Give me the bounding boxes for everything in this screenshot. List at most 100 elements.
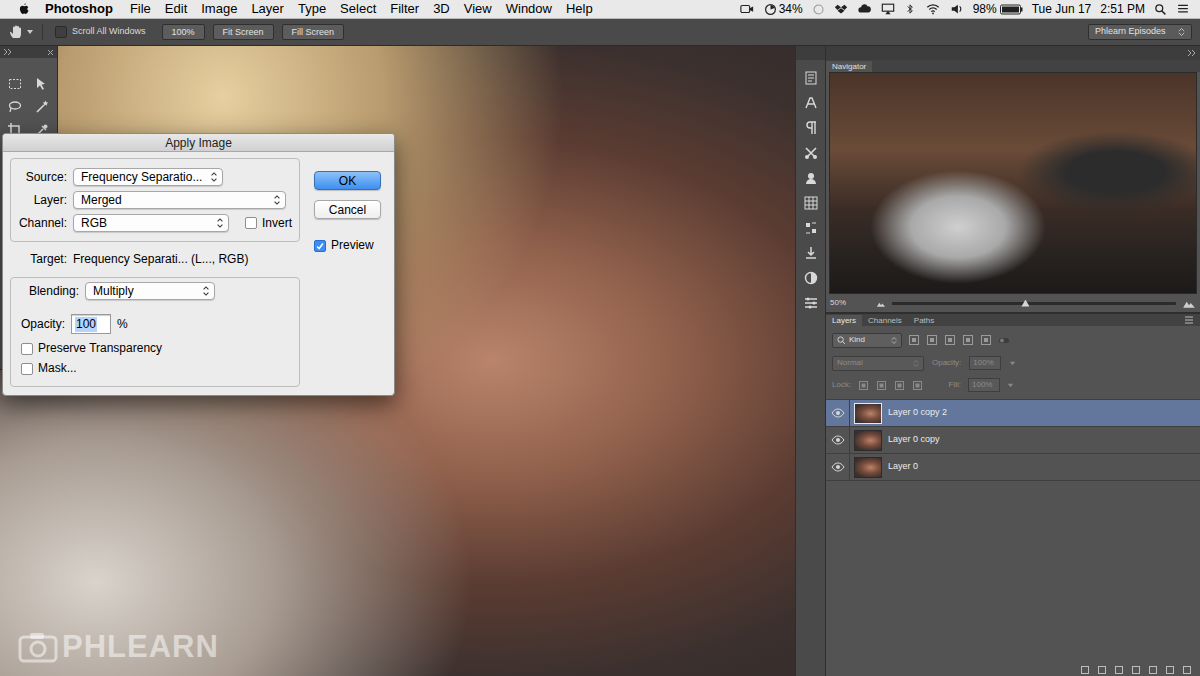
checkbox[interactable] [21, 363, 33, 375]
layer-thumbnail[interactable] [854, 457, 882, 478]
layer-name[interactable]: Layer 0 copy [888, 433, 940, 447]
tool-presets-icon[interactable] [799, 141, 823, 165]
checkbox-row[interactable]: Preserve Transparency [21, 341, 289, 356]
lock-transparent-icon[interactable] [858, 380, 869, 391]
cpu-meter[interactable]: 34% [764, 0, 803, 18]
visibility-toggle[interactable] [826, 400, 850, 426]
move-tool-icon[interactable] [31, 74, 53, 94]
swatches-panel-icon[interactable] [799, 191, 823, 215]
view-button[interactable]: Fit Screen [213, 24, 274, 40]
bluetooth-icon[interactable] [904, 2, 916, 16]
volume-icon[interactable] [950, 2, 964, 16]
checkbox[interactable] [314, 240, 326, 252]
adjustment-layer-icon[interactable] [1131, 665, 1141, 675]
checkbox[interactable] [55, 26, 67, 38]
menu-item[interactable]: Image [201, 0, 237, 19]
link-layers-icon[interactable] [1080, 665, 1090, 675]
menu-item[interactable]: Help [566, 0, 593, 19]
lock-all-icon[interactable] [912, 380, 923, 391]
clock-time[interactable]: 2:51 PM [1100, 0, 1145, 18]
dropdown[interactable]: Merged [73, 191, 286, 209]
dropbox-icon[interactable] [834, 2, 848, 16]
actions-panel-icon[interactable] [799, 216, 823, 240]
add-mask-icon[interactable] [1114, 665, 1124, 675]
opacity-field[interactable]: 100 [71, 314, 111, 334]
layer-row[interactable]: Layer 0 copy 2 [826, 400, 1200, 427]
notifications-icon[interactable] [1176, 3, 1190, 16]
menu-item[interactable]: Layer [251, 0, 284, 19]
navigator-preview[interactable] [829, 72, 1197, 294]
adjustment-filter-icon[interactable] [926, 334, 938, 346]
canvas-photo[interactable]: PHLEARNApply ImageSource:Frequency Separ… [0, 46, 795, 676]
lasso-tool-icon[interactable] [4, 97, 26, 117]
blend-mode-dropdown[interactable]: Normal [832, 356, 924, 371]
layer-fill-field[interactable]: 100% [968, 378, 1000, 392]
scroll-all-windows[interactable]: Scroll All Windows [55, 25, 146, 39]
checkbox-row[interactable]: Mask... [21, 361, 289, 376]
menu-item[interactable]: File [130, 0, 151, 19]
panel-tab[interactable]: Channels [862, 315, 908, 326]
view-button[interactable]: Fill Screen [282, 24, 345, 40]
lock-pixels-icon[interactable] [876, 380, 887, 391]
caret-down-icon[interactable] [1007, 382, 1014, 389]
menu-item[interactable]: Filter [390, 0, 419, 19]
layer-row[interactable]: Layer 0 copy [826, 427, 1200, 454]
delete-layer-icon[interactable] [1182, 665, 1192, 675]
paragraph-panel-icon[interactable] [799, 116, 823, 140]
tool-preset-picker[interactable] [8, 24, 43, 40]
layer-row[interactable]: Layer 0 [826, 454, 1200, 481]
visibility-toggle[interactable] [826, 454, 850, 480]
new-group-icon[interactable] [1148, 665, 1158, 675]
zoom-slider-track[interactable] [892, 302, 1176, 305]
menu-item[interactable]: Type [298, 0, 326, 19]
battery-status[interactable]: 98% [973, 0, 1023, 18]
menu-item[interactable]: Edit [165, 0, 187, 19]
menu-item[interactable]: 3D [433, 0, 450, 19]
dropdown[interactable]: Multiply [85, 282, 215, 300]
panel-menu-icon[interactable] [1184, 316, 1194, 324]
adjustments-panel-icon[interactable] [799, 241, 823, 265]
menu-item[interactable]: View [464, 0, 492, 19]
collapse-icon[interactable] [3, 48, 12, 56]
visibility-toggle[interactable] [826, 427, 850, 453]
magic-wand-icon[interactable] [31, 97, 53, 117]
shape-filter-icon[interactable] [962, 334, 974, 346]
dropdown[interactable]: RGB [73, 214, 229, 232]
smart-object-filter-icon[interactable] [980, 334, 992, 346]
zoom-in-icon[interactable] [1182, 297, 1196, 309]
zoom-value[interactable]: 50% [830, 297, 870, 309]
sync-icon[interactable] [812, 3, 825, 16]
cloud-icon[interactable] [857, 2, 872, 16]
dropdown[interactable]: Frequency Separatio... [73, 168, 223, 186]
zoom-out-icon[interactable] [876, 299, 886, 308]
dialog-title-bar[interactable]: Apply Image [3, 134, 394, 152]
layer-name[interactable]: Layer 0 [888, 460, 918, 474]
styles-panel-icon[interactable] [799, 266, 823, 290]
menu-item[interactable]: Select [340, 0, 376, 19]
wifi-icon[interactable] [925, 2, 941, 16]
checkbox[interactable] [245, 217, 257, 229]
layer-thumbnail[interactable] [854, 403, 882, 424]
app-menu[interactable]: Photoshop [45, 0, 113, 19]
filter-type-dropdown[interactable]: Kind [832, 333, 902, 348]
marquee-tool-icon[interactable] [4, 74, 26, 94]
type-filter-icon[interactable] [944, 334, 956, 346]
apple-icon[interactable] [17, 2, 31, 16]
menu-item[interactable]: Window [506, 0, 552, 19]
ok-button[interactable]: OK [314, 171, 381, 190]
checkbox-row[interactable]: Preview [314, 238, 381, 253]
layer-opacity-field[interactable]: 100% [969, 356, 1001, 370]
panel-tab[interactable]: Layers [826, 315, 862, 326]
brush-settings-icon[interactable] [799, 291, 823, 315]
history-panel-icon[interactable] [799, 66, 823, 90]
spotlight-icon[interactable] [1154, 3, 1167, 16]
clock-date[interactable]: Tue Jun 17 [1032, 0, 1092, 18]
pixel-filter-icon[interactable] [908, 334, 920, 346]
properties-panel-icon[interactable] [799, 166, 823, 190]
airplay-icon[interactable] [881, 2, 895, 16]
close-icon[interactable] [47, 49, 54, 56]
layer-name[interactable]: Layer 0 copy 2 [888, 406, 947, 420]
cancel-button[interactable]: Cancel [314, 200, 381, 219]
lock-position-icon[interactable] [894, 380, 905, 391]
layer-thumbnail[interactable] [854, 430, 882, 451]
